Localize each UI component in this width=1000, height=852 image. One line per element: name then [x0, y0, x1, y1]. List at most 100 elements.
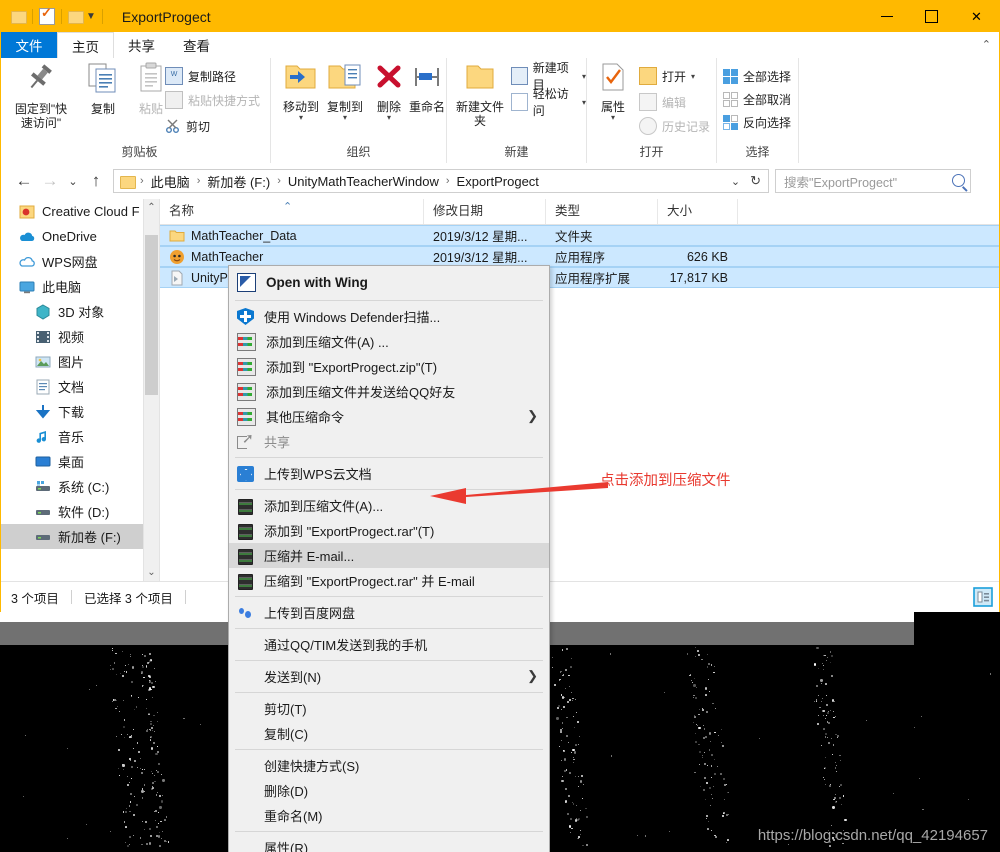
search-input[interactable]: 搜索"ExportProgect" — [776, 172, 897, 191]
column-header-size[interactable]: 大小 — [658, 199, 738, 224]
menu-item-send-to-phone-qq[interactable]: 通过QQ/TIM发送到我的手机 — [229, 632, 549, 657]
menu-item-share[interactable]: 共享 — [229, 429, 549, 454]
sidebar-item-onedrive[interactable]: OneDrive — [1, 224, 159, 249]
edit-icon — [639, 93, 657, 111]
forward-button[interactable]: → — [37, 171, 63, 191]
pin-to-quick-access-button[interactable]: 固定到"快速访问" — [13, 62, 69, 130]
edit-button[interactable]: 编辑 — [639, 92, 686, 112]
sidebar-item-videos[interactable]: 视频 — [1, 324, 159, 349]
paste-icon — [140, 62, 162, 92]
tab-share[interactable]: 共享 — [114, 32, 169, 58]
up-button[interactable]: ↑ — [83, 171, 109, 191]
breadcrumb-current[interactable]: ExportProgect — [455, 174, 541, 189]
sidebar-item-pictures[interactable]: 图片 — [1, 349, 159, 374]
breadcrumb-this-pc[interactable]: 此电脑 — [149, 172, 192, 191]
sidebar-item-this-pc[interactable]: 此电脑 — [1, 274, 159, 299]
menu-item-create-shortcut[interactable]: 创建快捷方式(S) — [229, 753, 549, 778]
folder-icon[interactable] — [11, 10, 27, 24]
quick-access-toolbar[interactable]: ▼ — [1, 5, 109, 25]
menu-item-upload-baidu-netdisk[interactable]: 上传到百度网盘 — [229, 600, 549, 625]
sidebar-item-drive-c[interactable]: 系统 (C:) — [1, 474, 159, 499]
menu-item-copy[interactable]: 复制(C) — [229, 721, 549, 746]
breadcrumb-volume[interactable]: 新加卷 (F:) — [205, 172, 272, 191]
menu-item-add-to-exportprogect-rar[interactable]: 添加到 "ExportProgect.rar"(T) — [229, 518, 549, 543]
menu-item-other-archive-commands[interactable]: 其他压缩命令 ❯ — [229, 404, 549, 429]
downloads-icon — [35, 404, 51, 420]
new-folder-button[interactable]: 新建文件夹 — [453, 62, 507, 128]
menu-item-send-to[interactable]: 发送到(N) ❯ — [229, 664, 549, 689]
rar-icon — [237, 523, 254, 540]
easy-access-button[interactable]: 轻松访问 ▾ — [511, 87, 586, 118]
menu-item-delete[interactable]: 删除(D) — [229, 778, 549, 803]
sidebar-item-label: 新加卷 (F:) — [58, 530, 121, 545]
column-header-type[interactable]: 类型 — [546, 199, 658, 224]
scroll-up-icon[interactable]: ⌃ — [144, 199, 159, 216]
tab-file[interactable]: 文件 — [1, 32, 57, 58]
chevron-down-icon[interactable]: ▾ — [591, 114, 635, 122]
back-button[interactable]: ← — [11, 171, 37, 191]
ribbon-collapse-icon[interactable]: ⌃ — [982, 38, 991, 51]
paste-shortcut-button[interactable]: 粘贴快捷方式 — [165, 90, 260, 110]
table-row[interactable]: MathTeacher_Data 2019/3/12 星期... 文件夹 — [160, 225, 999, 246]
sidebar-item-wps-cloud[interactable]: WPS网盘 — [1, 249, 159, 274]
menu-item-add-to-exportprogect-zip[interactable]: 添加到 "ExportProgect.zip"(T) — [229, 354, 549, 379]
properties-button[interactable]: 属性 ▾ — [591, 62, 635, 122]
details-view-button[interactable] — [973, 587, 993, 607]
chevron-down-icon[interactable]: ▾ — [361, 114, 417, 122]
sidebar-item-music[interactable]: 音乐 — [1, 424, 159, 449]
sidebar-item-creative-cloud[interactable]: Creative Cloud F — [1, 199, 159, 224]
open-button[interactable]: 打开 ▾ — [639, 66, 695, 86]
menu-item-label: 使用 Windows Defender扫描... — [264, 310, 441, 325]
sidebar-item-desktop[interactable]: 桌面 — [1, 449, 159, 474]
chevron-down-icon[interactable]: ▾ — [582, 72, 586, 81]
chevron-down-icon[interactable]: ▾ — [582, 98, 586, 107]
invert-selection-button[interactable]: 反向选择 — [723, 112, 791, 132]
table-row[interactable]: MathTeacher 2019/3/12 星期... 应用程序 626 KB — [160, 246, 999, 267]
sidebar-item-downloads[interactable]: 下载 — [1, 399, 159, 424]
sidebar-item-drive-d[interactable]: 软件 (D:) — [1, 499, 159, 524]
menu-item-compress-to-rar-and-email[interactable]: 压缩到 "ExportProgect.rar" 并 E-mail — [229, 568, 549, 593]
scrollbar-thumb[interactable] — [145, 235, 158, 395]
cut-button[interactable]: 剪切 — [165, 116, 210, 136]
chevron-down-icon[interactable]: ⌄ — [726, 175, 745, 188]
sidebar-item-drive-f[interactable]: 新加卷 (F:) — [1, 524, 159, 549]
window-controls: ✕ — [864, 1, 999, 32]
new-folder-icon[interactable] — [68, 10, 84, 24]
menu-item-archive-send-qq[interactable]: 添加到压缩文件并发送给QQ好友 — [229, 379, 549, 404]
select-all-button[interactable]: 全部选择 — [723, 66, 791, 86]
address-bar[interactable]: › 此电脑 › 新加卷 (F:) › UnityMathTeacherWindo… — [113, 169, 769, 193]
column-header-date[interactable]: 修改日期 — [424, 199, 546, 224]
tab-home[interactable]: 主页 — [57, 32, 114, 59]
history-button[interactable]: 历史记录 — [639, 116, 710, 136]
breadcrumb-unity-folder[interactable]: UnityMathTeacherWindow — [286, 174, 441, 189]
chevron-down-icon[interactable]: ▾ — [691, 72, 695, 81]
column-header-name[interactable]: 名称 ⌃ — [160, 199, 424, 224]
sidebar-scrollbar[interactable]: ⌃ ⌄ — [143, 199, 159, 581]
scissors-icon — [166, 119, 179, 133]
minimize-button[interactable] — [864, 1, 909, 32]
close-button[interactable]: ✕ — [954, 1, 999, 32]
copy-path-button[interactable]: W 复制路径 — [165, 66, 236, 86]
scroll-down-icon[interactable]: ⌄ — [144, 564, 159, 581]
sidebar-item-documents[interactable]: 文档 — [1, 374, 159, 399]
tab-view[interactable]: 查看 — [169, 32, 224, 58]
maximize-button[interactable] — [909, 1, 954, 32]
menu-item-defender-scan[interactable]: 使用 Windows Defender扫描... — [229, 304, 549, 329]
menu-item-add-to-archive-zip[interactable]: 添加到压缩文件(A) ... — [229, 329, 549, 354]
refresh-icon[interactable]: ↻ — [745, 173, 766, 189]
menu-item-rename[interactable]: 重命名(M) — [229, 803, 549, 828]
search-box[interactable]: 搜索"ExportProgect" — [775, 169, 971, 193]
menu-item-properties[interactable]: 属性(R) — [229, 835, 549, 852]
new-item-button[interactable]: 新建项目 ▾ — [511, 61, 586, 92]
menu-item-compress-and-email[interactable]: 压缩并 E-mail... — [229, 543, 549, 568]
select-none-button[interactable]: 全部取消 — [723, 89, 791, 109]
breadcrumb-separator: › — [140, 175, 144, 187]
properties-icon[interactable] — [39, 5, 55, 25]
recent-locations-button[interactable]: ⌄ — [63, 175, 83, 188]
chevron-down-icon[interactable]: ▼ — [86, 11, 96, 22]
menu-item-cut[interactable]: 剪切(T) — [229, 696, 549, 721]
menu-item-label: 重命名(M) — [264, 809, 323, 824]
menu-item-label: 复制(C) — [264, 727, 309, 742]
menu-item-open-with-wing[interactable]: Open with Wing — [229, 268, 549, 297]
sidebar-item-3d-objects[interactable]: 3D 对象 — [1, 299, 159, 324]
